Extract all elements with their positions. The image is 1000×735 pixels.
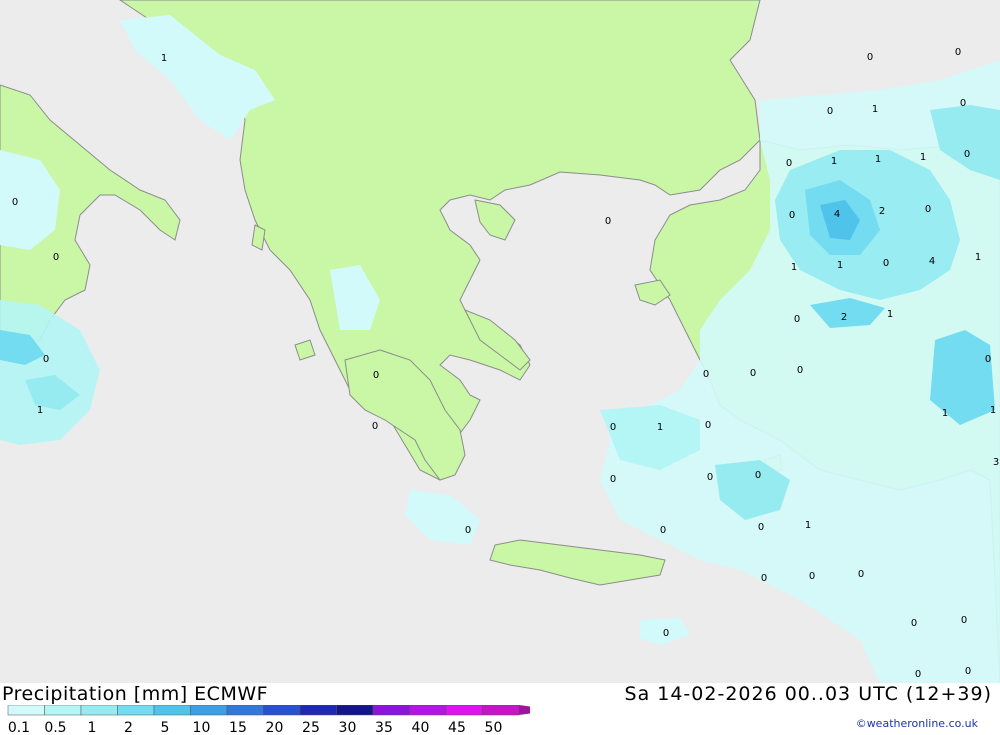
- value-label: 0: [373, 370, 379, 381]
- value-label: 1: [657, 422, 663, 433]
- value-label: 0: [867, 52, 873, 63]
- legend-arrow: [519, 705, 530, 715]
- map-title: Precipitation [mm] ECMWF: [2, 683, 269, 705]
- legend-swatch: [445, 705, 483, 716]
- value-label: 1: [975, 252, 981, 263]
- legend-swatch: [80, 705, 118, 716]
- value-label: 1: [990, 405, 996, 416]
- value-label: 0: [960, 98, 966, 109]
- legend-swatch: [226, 705, 264, 716]
- value-label: 0: [883, 258, 889, 269]
- land-corfu: [251, 224, 266, 251]
- value-label: 0: [663, 628, 669, 639]
- legend-swatch: [153, 705, 191, 716]
- legend-swatch: [44, 705, 82, 716]
- value-label: 1: [837, 260, 843, 271]
- legend-swatch: [299, 705, 337, 716]
- legend-swatch: [336, 705, 374, 716]
- value-label: 0: [786, 158, 792, 169]
- value-label: 0: [758, 522, 764, 533]
- value-label: 0: [12, 197, 18, 208]
- forecast-datetime: Sa 14-02-2026 00..03 UTC (12+39): [624, 683, 992, 705]
- value-label: 0: [797, 365, 803, 376]
- color-scale-legend: 0.1 0.5 1 2 5 10 15 20 25 30 35 40 45 50: [7, 705, 530, 735]
- value-label: 0: [605, 216, 611, 227]
- value-label: 0: [827, 106, 833, 117]
- legend-swatch: [263, 705, 301, 716]
- value-label: 2: [841, 312, 847, 323]
- legend-footer: Precipitation [mm] ECMWF Sa 14-02-2026 0…: [0, 683, 1000, 735]
- legend-swatch: [7, 705, 45, 716]
- value-label: 0: [372, 421, 378, 432]
- value-label: 0: [965, 666, 971, 677]
- value-label: 1: [942, 408, 948, 419]
- value-label: 0: [915, 669, 921, 680]
- legend-swatch: [372, 705, 410, 716]
- value-label: 0: [610, 474, 616, 485]
- value-label: 1: [920, 152, 926, 163]
- value-label: 1: [805, 520, 811, 531]
- legend-swatch: [409, 705, 447, 716]
- value-label: 0: [761, 573, 767, 584]
- value-label: 1: [37, 405, 43, 416]
- value-label: 0: [53, 252, 59, 263]
- value-label: 0: [961, 615, 967, 626]
- value-label: 0: [610, 422, 616, 433]
- value-label: 0: [755, 470, 761, 481]
- value-label: 2: [879, 206, 885, 217]
- precipitation-map: 1 0 0 0 0 1 0 0 0 0 0 0 0 0 1 0 0 1 0 1 …: [0, 0, 1000, 683]
- value-label: 1: [875, 154, 881, 165]
- value-label: 0: [750, 368, 756, 379]
- value-label: 0: [911, 618, 917, 629]
- value-label: 1: [872, 104, 878, 115]
- value-label: 1: [161, 53, 167, 64]
- value-label: 0: [985, 354, 991, 365]
- legend-swatch: [117, 705, 155, 716]
- value-label: 0: [925, 204, 931, 215]
- value-label: 0: [705, 420, 711, 431]
- legend-swatch: [482, 705, 520, 716]
- value-label: 0: [955, 47, 961, 58]
- value-label: 0: [465, 525, 471, 536]
- value-label: 0: [809, 571, 815, 582]
- value-label: 0: [43, 354, 49, 365]
- value-label: 4: [929, 256, 935, 267]
- value-label: 0: [858, 569, 864, 580]
- value-label: 1: [887, 309, 893, 320]
- value-label: 0: [794, 314, 800, 325]
- value-label: 1: [791, 262, 797, 273]
- value-label: 3: [993, 457, 999, 468]
- value-label: 0: [964, 149, 970, 160]
- value-label: 0: [703, 369, 709, 380]
- value-label: 0: [660, 525, 666, 536]
- credit-link[interactable]: ©weatheronline.co.uk: [856, 717, 978, 730]
- value-label: 0: [789, 210, 795, 221]
- value-label: 4: [834, 209, 840, 220]
- value-label: 1: [831, 156, 837, 167]
- value-label: 0: [707, 472, 713, 483]
- legend-swatch: [190, 705, 228, 716]
